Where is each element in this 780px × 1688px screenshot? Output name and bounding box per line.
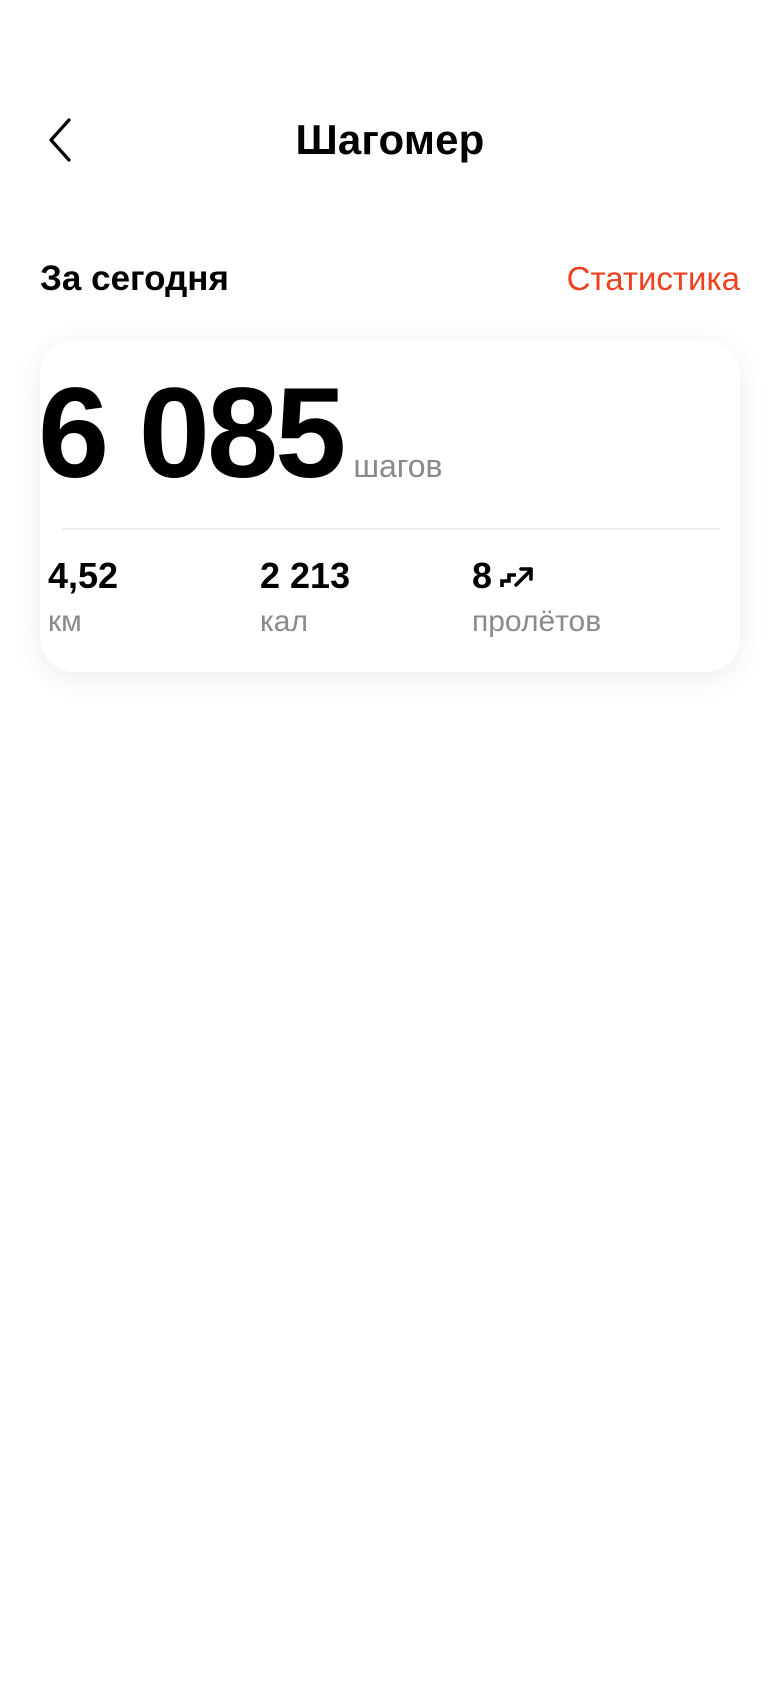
divider bbox=[62, 528, 720, 530]
metric-value: 8 bbox=[472, 555, 493, 596]
metric-label: пролётов bbox=[472, 605, 602, 638]
page-title: Шагомер bbox=[295, 116, 485, 163]
metric-label: км bbox=[48, 605, 82, 638]
metric-value: 4,52 bbox=[48, 555, 119, 596]
steps-summary: 6 085 шагов bbox=[38, 370, 443, 498]
metric-value-row: 8 bbox=[472, 554, 601, 598]
steps-card: 6 085 шагов 4,52 км 2 213 кал 8 пролётов bbox=[38, 340, 740, 672]
metric-distance: 4,52 км bbox=[48, 554, 118, 642]
section-title: За сегодня bbox=[40, 259, 229, 298]
stairs-icon bbox=[500, 561, 534, 591]
metric-value: 2 213 bbox=[260, 555, 351, 596]
statistics-link[interactable]: Статистика bbox=[567, 260, 740, 298]
pedometer-screen: Шагомер За сегодня Статистика 6 085 шаго… bbox=[0, 0, 780, 1688]
header: Шагомер bbox=[0, 100, 780, 190]
steps-count: 6 085 bbox=[38, 362, 346, 505]
section-header: За сегодня Статистика bbox=[40, 254, 740, 304]
metric-flights: 8 пролётов bbox=[472, 554, 601, 642]
steps-unit: шагов bbox=[353, 448, 443, 484]
metric-label: кал bbox=[260, 605, 308, 638]
metrics-row: 4,52 км 2 213 кал 8 пролётов bbox=[48, 554, 740, 644]
metric-calories: 2 213 кал bbox=[260, 554, 350, 642]
